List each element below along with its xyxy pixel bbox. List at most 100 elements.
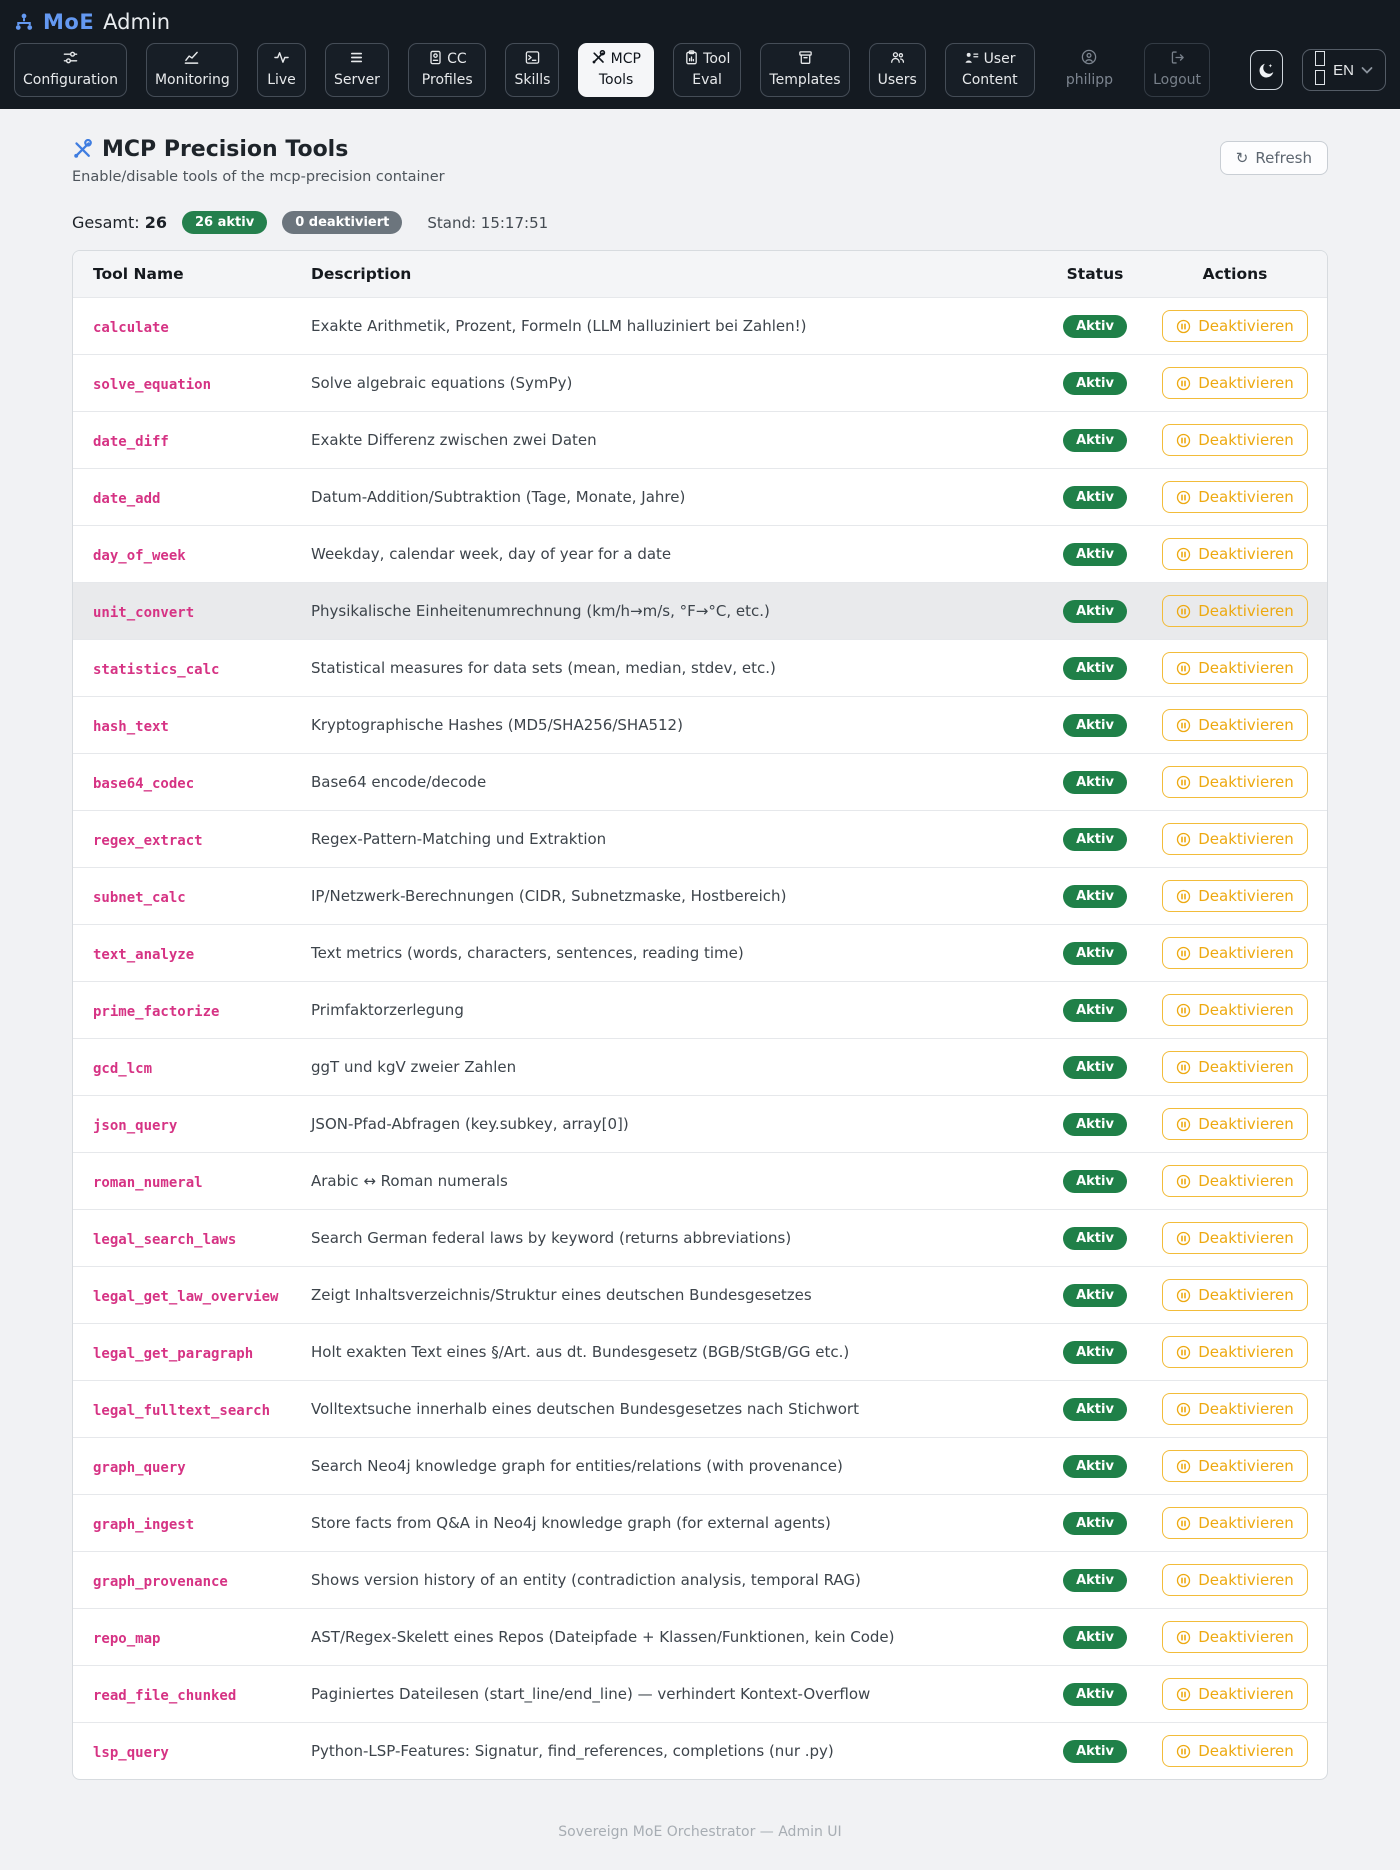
- refresh-icon: ↻: [1235, 149, 1249, 167]
- tool-name: subnet_calc: [93, 889, 186, 906]
- archive-icon: [798, 50, 813, 65]
- language-select[interactable]: EN: [1302, 49, 1386, 91]
- deactivate-button[interactable]: Deaktivieren: [1162, 880, 1308, 912]
- deactivate-button[interactable]: Deaktivieren: [1162, 1735, 1308, 1767]
- tool-name: solve_equation: [93, 376, 212, 393]
- deactivate-button[interactable]: Deaktivieren: [1162, 823, 1308, 855]
- pause-circle-icon: [1176, 661, 1191, 676]
- server-icon: [349, 50, 364, 65]
- table-row: text_analyze Text metrics (words, charac…: [73, 924, 1327, 981]
- pause-circle-icon: [1176, 376, 1191, 391]
- logout-button[interactable]: Logout: [1144, 43, 1211, 97]
- deactivate-button[interactable]: Deaktivieren: [1162, 1108, 1308, 1140]
- table-row: roman_numeral Arabic ↔ Roman numerals Ak…: [73, 1152, 1327, 1209]
- page-title: MCP Precision Tools: [72, 137, 445, 162]
- nav-tool-eval[interactable]: Tool Eval: [672, 43, 742, 97]
- table-row: hash_text Kryptographische Hashes (MD5/S…: [73, 696, 1327, 753]
- status-badge: Aktiv: [1063, 1397, 1127, 1421]
- status-badge: Aktiv: [1063, 1682, 1127, 1706]
- status-badge: Aktiv: [1063, 713, 1127, 737]
- timestamp: Stand: 15:17:51: [427, 213, 549, 232]
- table-header-row: Tool Name Description Status Actions: [73, 251, 1327, 297]
- deactivate-button[interactable]: Deaktivieren: [1162, 937, 1308, 969]
- nav-server[interactable]: Server: [325, 43, 389, 97]
- nav-cc-profiles[interactable]: CC Profiles: [407, 43, 487, 97]
- deactivate-button[interactable]: Deaktivieren: [1162, 652, 1308, 684]
- deactivate-button[interactable]: Deaktivieren: [1162, 1222, 1308, 1254]
- deactivate-button[interactable]: Deaktivieren: [1162, 1450, 1308, 1482]
- tool-name: unit_convert: [93, 604, 195, 621]
- deactivate-button[interactable]: Deaktivieren: [1162, 1393, 1308, 1425]
- users-icon: [890, 50, 905, 65]
- table-row: date_add Datum-Addition/Subtraktion (Tag…: [73, 468, 1327, 525]
- tool-description: JSON-Pfad-Abfragen (key.subkey, array[0]…: [311, 1115, 629, 1133]
- nav-label: MCP Tools: [598, 51, 641, 88]
- deactivate-button[interactable]: Deaktivieren: [1162, 367, 1308, 399]
- nav-skills[interactable]: Skills: [505, 43, 560, 97]
- deactivate-button[interactable]: Deaktivieren: [1162, 1564, 1308, 1596]
- tool-description: Search German federal laws by keyword (r…: [311, 1229, 792, 1247]
- tool-description: IP/Netzwerk-Berechnungen (CIDR, Subnetzm…: [311, 887, 787, 905]
- deactivate-button[interactable]: Deaktivieren: [1162, 538, 1308, 570]
- deactivate-button[interactable]: Deaktivieren: [1162, 1678, 1308, 1710]
- title-bar: MCP Precision Tools Enable/disable tools…: [72, 137, 1328, 185]
- pause-circle-icon: [1176, 775, 1191, 790]
- deactivate-button[interactable]: Deaktivieren: [1162, 1336, 1308, 1368]
- pause-circle-icon: [1176, 946, 1191, 961]
- user-menu[interactable]: philipp: [1054, 44, 1125, 96]
- deactivate-button[interactable]: Deaktivieren: [1162, 424, 1308, 456]
- deactivate-button[interactable]: Deaktivieren: [1162, 1165, 1308, 1197]
- nav-monitoring[interactable]: Monitoring: [145, 43, 238, 97]
- tool-name: text_analyze: [93, 946, 195, 963]
- tool-description: Arabic ↔ Roman numerals: [311, 1172, 508, 1190]
- nav-user-content[interactable]: User Content: [944, 43, 1035, 97]
- deactivate-button[interactable]: Deaktivieren: [1162, 595, 1308, 627]
- deactivate-button[interactable]: Deaktivieren: [1162, 481, 1308, 513]
- deactivate-button[interactable]: Deaktivieren: [1162, 709, 1308, 741]
- pause-circle-icon: [1176, 433, 1191, 448]
- table-row: legal_get_paragraph Holt exakten Text ei…: [73, 1323, 1327, 1380]
- status-badge: Aktiv: [1063, 1226, 1127, 1250]
- status-badge: Aktiv: [1063, 827, 1127, 851]
- language-label: EN: [1333, 61, 1354, 79]
- tool-name: graph_ingest: [93, 1516, 195, 1533]
- table-row: calculate Exakte Arithmetik, Prozent, Fo…: [73, 297, 1327, 354]
- theme-toggle-button[interactable]: [1250, 50, 1284, 90]
- tool-description: Shows version history of an entity (cont…: [311, 1571, 861, 1589]
- nav-live[interactable]: Live: [256, 43, 307, 97]
- pause-circle-icon: [1176, 1459, 1191, 1474]
- table-row: lsp_query Python-LSP-Features: Signatur,…: [73, 1722, 1327, 1779]
- table-row: legal_get_law_overview Zeigt Inhaltsverz…: [73, 1266, 1327, 1323]
- pause-circle-icon: [1176, 1060, 1191, 1075]
- deactivate-button[interactable]: Deaktivieren: [1162, 994, 1308, 1026]
- nav-label: Configuration: [23, 72, 118, 88]
- status-badge: Aktiv: [1063, 1340, 1127, 1364]
- nav-configuration[interactable]: Configuration: [14, 43, 127, 97]
- deactivate-button[interactable]: Deaktivieren: [1162, 1621, 1308, 1653]
- pause-circle-icon: [1176, 547, 1191, 562]
- refresh-button[interactable]: ↻ Refresh: [1219, 141, 1328, 175]
- pause-circle-icon: [1176, 1630, 1191, 1645]
- status-badge: Aktiv: [1063, 998, 1127, 1022]
- tool-description: AST/Regex-Skelett eines Repos (Dateipfad…: [311, 1628, 895, 1646]
- deactivate-button[interactable]: Deaktivieren: [1162, 1051, 1308, 1083]
- nav-users[interactable]: Users: [868, 43, 926, 97]
- line-chart-icon: [184, 50, 199, 65]
- tool-name: legal_fulltext_search: [93, 1402, 271, 1419]
- nav-templates[interactable]: Templates: [760, 43, 850, 97]
- logout-icon: [1170, 50, 1185, 65]
- deactivate-button[interactable]: Deaktivieren: [1162, 1279, 1308, 1311]
- brand-name: MoE: [43, 10, 95, 34]
- tool-description: Zeigt Inhaltsverzeichnis/Struktur eines …: [311, 1286, 812, 1304]
- tool-name: graph_provenance: [93, 1573, 228, 1590]
- tool-description: Physikalische Einheitenumrechnung (km/h→…: [311, 602, 770, 620]
- brand-suffix: Admin: [103, 10, 171, 34]
- deactivate-button[interactable]: Deaktivieren: [1162, 310, 1308, 342]
- table-row: date_diff Exakte Differenz zwischen zwei…: [73, 411, 1327, 468]
- status-badge: Aktiv: [1063, 1055, 1127, 1079]
- tool-name: gcd_lcm: [93, 1060, 153, 1077]
- deactivate-button[interactable]: Deaktivieren: [1162, 1507, 1308, 1539]
- nav-mcp-tools[interactable]: MCP Tools: [578, 43, 654, 97]
- deactivate-button[interactable]: Deaktivieren: [1162, 766, 1308, 798]
- tool-description: Search Neo4j knowledge graph for entitie…: [311, 1457, 843, 1475]
